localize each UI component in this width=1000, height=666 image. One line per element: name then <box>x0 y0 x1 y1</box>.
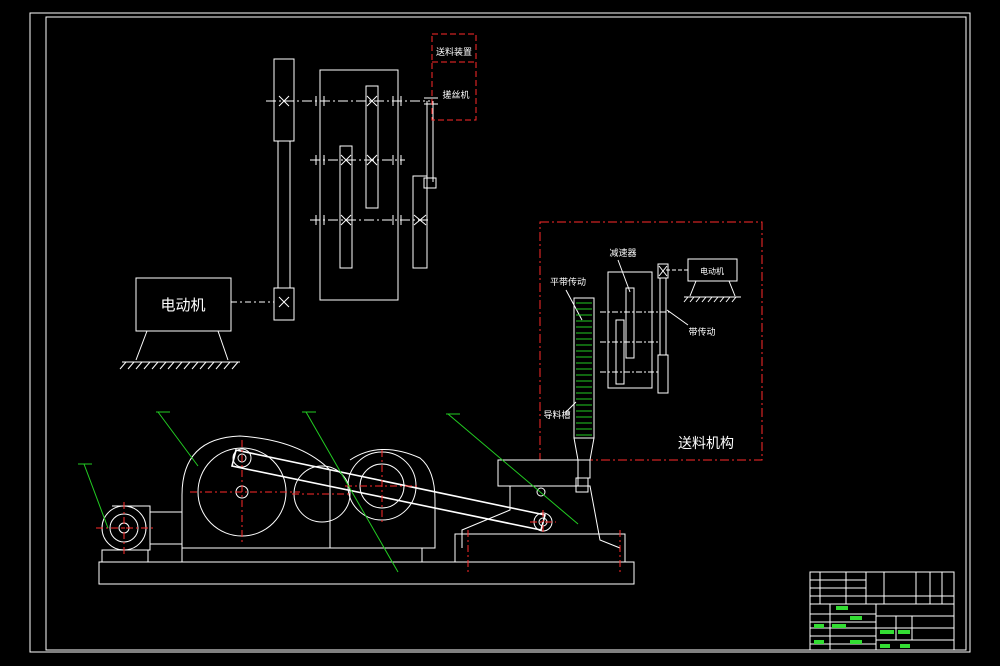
gearbox-outline <box>319 69 399 301</box>
lower-pulley <box>273 287 295 321</box>
feed-device-box <box>431 33 477 121</box>
flat-belt-label: 平带传动 <box>550 276 586 288</box>
output-gear <box>412 175 428 269</box>
base-plate <box>98 561 635 585</box>
upper-pulley <box>273 58 295 142</box>
main-drive-scheme: 电动机 送料装置 搓丝机 <box>119 33 477 370</box>
belt-drive-label: 带传动 <box>688 326 715 338</box>
reducer-label: 减速器 <box>609 247 636 259</box>
main-motor-label: 电动机 <box>160 296 205 314</box>
feed-device-label: 送料装置 <box>436 46 472 58</box>
feed-mechanism-scheme: 送料机构 电动机 带传动 减速器 平带传动 导料槽 <box>539 221 763 479</box>
feed-mechanism-box <box>539 221 763 461</box>
reducer-box <box>607 271 653 389</box>
small-motor-label: 电动机 <box>700 266 724 276</box>
assembly-drawing <box>78 411 635 585</box>
drawing-frame <box>29 12 971 653</box>
cad-drawing: 电动机 送料装置 搓丝机 送料机构 电动机 带传动 减速器 平带传动 导料槽 <box>29 12 971 653</box>
guide-groove-label: 导料槽 <box>543 409 570 421</box>
main-motor-base <box>119 330 240 370</box>
gear-1 <box>365 85 379 209</box>
title-block <box>809 571 955 651</box>
wire-machine-label: 搓丝机 <box>442 89 469 101</box>
feed-mechanism-label: 送料机构 <box>678 436 734 452</box>
